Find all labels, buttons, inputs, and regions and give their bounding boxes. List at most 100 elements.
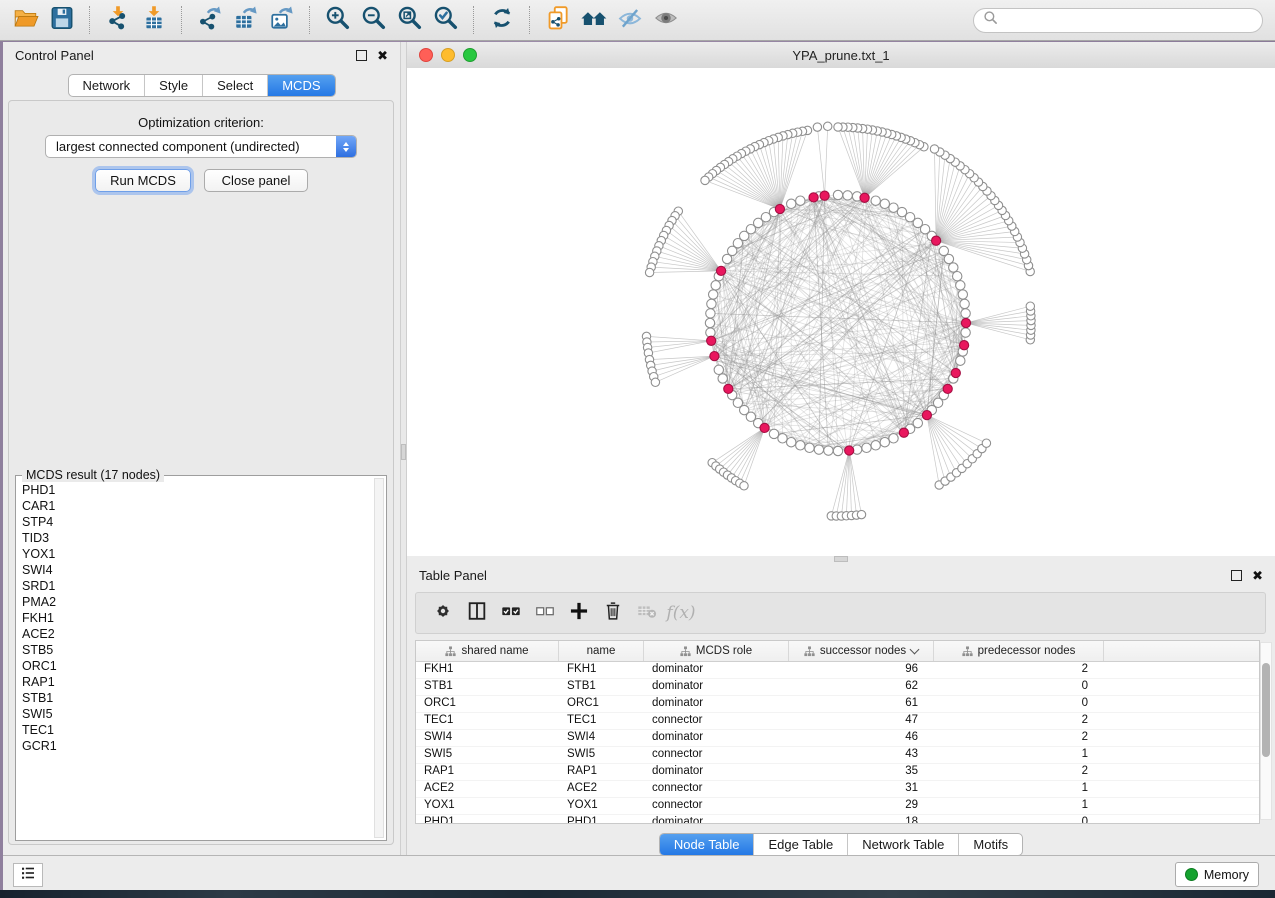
- table-cell[interactable]: SWI4: [559, 730, 644, 746]
- table-scrollbar-thumb[interactable]: [1262, 663, 1270, 757]
- table-cell[interactable]: YOX1: [416, 798, 559, 814]
- mcds-result-item[interactable]: GCR1: [22, 738, 372, 754]
- mcds-result-item[interactable]: SWI5: [22, 706, 372, 722]
- mcds-result-item[interactable]: SRD1: [22, 578, 372, 594]
- table-float-panel-button[interactable]: [1231, 570, 1242, 581]
- import-table-button[interactable]: [136, 3, 172, 37]
- table-cell[interactable]: 61: [789, 696, 934, 712]
- column-header-shared-name[interactable]: shared name: [416, 641, 559, 661]
- settings-gear-button[interactable]: [426, 597, 460, 629]
- mcds-result-item[interactable]: TID3: [22, 530, 372, 546]
- zoom-out-button[interactable]: [356, 3, 392, 37]
- table-cell[interactable]: ORC1: [559, 696, 644, 712]
- function-builder-button[interactable]: f(x): [664, 597, 698, 629]
- vertical-splitter-handle[interactable]: [401, 444, 406, 460]
- tab-select[interactable]: Select: [202, 75, 267, 96]
- export-network-button[interactable]: [192, 3, 228, 37]
- table-cell[interactable]: connector: [644, 747, 789, 763]
- table-row[interactable]: ACE2ACE2connector311: [416, 781, 1259, 798]
- table-cell[interactable]: 96: [789, 662, 934, 678]
- toggle-columns-button[interactable]: [460, 597, 494, 629]
- close-panel-action-button[interactable]: Close panel: [204, 169, 308, 192]
- table-cell[interactable]: FKH1: [559, 662, 644, 678]
- table-cell[interactable]: STB1: [559, 679, 644, 695]
- table-cell[interactable]: ACE2: [559, 781, 644, 797]
- table-cell[interactable]: TEC1: [416, 713, 559, 729]
- task-history-button[interactable]: [13, 863, 43, 887]
- table-cell[interactable]: RAP1: [559, 764, 644, 780]
- search-field[interactable]: [973, 8, 1263, 33]
- table-cell[interactable]: FKH1: [416, 662, 559, 678]
- mcds-result-item[interactable]: STB5: [22, 642, 372, 658]
- table-row[interactable]: SWI5SWI5connector431: [416, 747, 1259, 764]
- table-cell[interactable]: 43: [789, 747, 934, 763]
- table-row[interactable]: RAP1RAP1dominator352: [416, 764, 1259, 781]
- tab-network[interactable]: Network: [68, 75, 144, 96]
- mcds-result-item[interactable]: ORC1: [22, 658, 372, 674]
- tab-network-table[interactable]: Network Table: [847, 834, 958, 855]
- mcds-result-item[interactable]: RAP1: [22, 674, 372, 690]
- table-scrollbar[interactable]: [1260, 642, 1272, 820]
- table-cell[interactable]: 1: [934, 747, 1104, 763]
- mcds-result-item[interactable]: PMA2: [22, 594, 372, 610]
- table-close-panel-button[interactable]: ✖: [1252, 569, 1263, 582]
- table-cell[interactable]: ORC1: [416, 696, 559, 712]
- mcds-result-item[interactable]: ACE2: [22, 626, 372, 642]
- mcds-result-item[interactable]: TEC1: [22, 722, 372, 738]
- save-session-button[interactable]: [44, 3, 80, 37]
- export-image-button[interactable]: [264, 3, 300, 37]
- table-cell[interactable]: 46: [789, 730, 934, 746]
- delete-column-button[interactable]: [596, 597, 630, 629]
- table-cell[interactable]: 62: [789, 679, 934, 695]
- table-cell[interactable]: 29: [789, 798, 934, 814]
- mcds-result-item[interactable]: FKH1: [22, 610, 372, 626]
- refresh-network-button[interactable]: [484, 3, 520, 37]
- vertical-splitter[interactable]: [400, 42, 407, 855]
- table-cell[interactable]: connector: [644, 781, 789, 797]
- mcds-result-item[interactable]: YOX1: [22, 546, 372, 562]
- table-cell[interactable]: dominator: [644, 662, 789, 678]
- tab-node-table[interactable]: Node Table: [660, 834, 754, 855]
- table-cell[interactable]: dominator: [644, 679, 789, 695]
- table-cell[interactable]: 2: [934, 764, 1104, 780]
- network-view-canvas[interactable]: [407, 68, 1275, 556]
- mcds-result-item[interactable]: SWI4: [22, 562, 372, 578]
- table-cell[interactable]: 18: [789, 815, 934, 824]
- float-panel-button[interactable]: [356, 50, 367, 61]
- tab-motifs[interactable]: Motifs: [958, 834, 1022, 855]
- table-cell[interactable]: dominator: [644, 730, 789, 746]
- table-cell[interactable]: connector: [644, 798, 789, 814]
- table-cell[interactable]: 1: [934, 798, 1104, 814]
- search-input[interactable]: [1003, 12, 1253, 28]
- zoom-fit-button[interactable]: [392, 3, 428, 37]
- table-cell[interactable]: 2: [934, 713, 1104, 729]
- table-cell[interactable]: ACE2: [416, 781, 559, 797]
- column-header-name[interactable]: name: [559, 641, 644, 661]
- table-cell[interactable]: SWI5: [559, 747, 644, 763]
- table-cell[interactable]: RAP1: [416, 764, 559, 780]
- column-header-predecessor-nodes[interactable]: predecessor nodes: [934, 641, 1104, 661]
- table-cell[interactable]: SWI4: [416, 730, 559, 746]
- table-cell[interactable]: 31: [789, 781, 934, 797]
- table-row[interactable]: STB1STB1dominator620: [416, 679, 1259, 696]
- import-network-button[interactable]: [100, 3, 136, 37]
- tab-edge-table[interactable]: Edge Table: [753, 834, 847, 855]
- mcds-result-item[interactable]: PHD1: [22, 482, 372, 498]
- table-cell[interactable]: 0: [934, 815, 1104, 824]
- table-row[interactable]: ORC1ORC1dominator610: [416, 696, 1259, 713]
- table-row[interactable]: YOX1YOX1connector291: [416, 798, 1259, 815]
- mcds-result-list[interactable]: PHD1CAR1STP4TID3YOX1SWI4SRD1PMA2FKH1ACE2…: [22, 482, 372, 838]
- first-neighbors-button[interactable]: [576, 3, 612, 37]
- mcds-result-scrollbar[interactable]: [374, 478, 384, 838]
- mcds-result-item[interactable]: STP4: [22, 514, 372, 530]
- add-column-button[interactable]: [562, 597, 596, 629]
- memory-button[interactable]: Memory: [1175, 862, 1259, 887]
- export-table-button[interactable]: [228, 3, 264, 37]
- table-cell[interactable]: STB1: [416, 679, 559, 695]
- table-cell[interactable]: dominator: [644, 764, 789, 780]
- table-cell[interactable]: dominator: [644, 815, 789, 824]
- table-cell[interactable]: 1: [934, 781, 1104, 797]
- close-panel-button[interactable]: ✖: [377, 49, 388, 62]
- open-session-button[interactable]: [8, 3, 44, 37]
- table-row[interactable]: PHD1PHD1dominator180: [416, 815, 1259, 824]
